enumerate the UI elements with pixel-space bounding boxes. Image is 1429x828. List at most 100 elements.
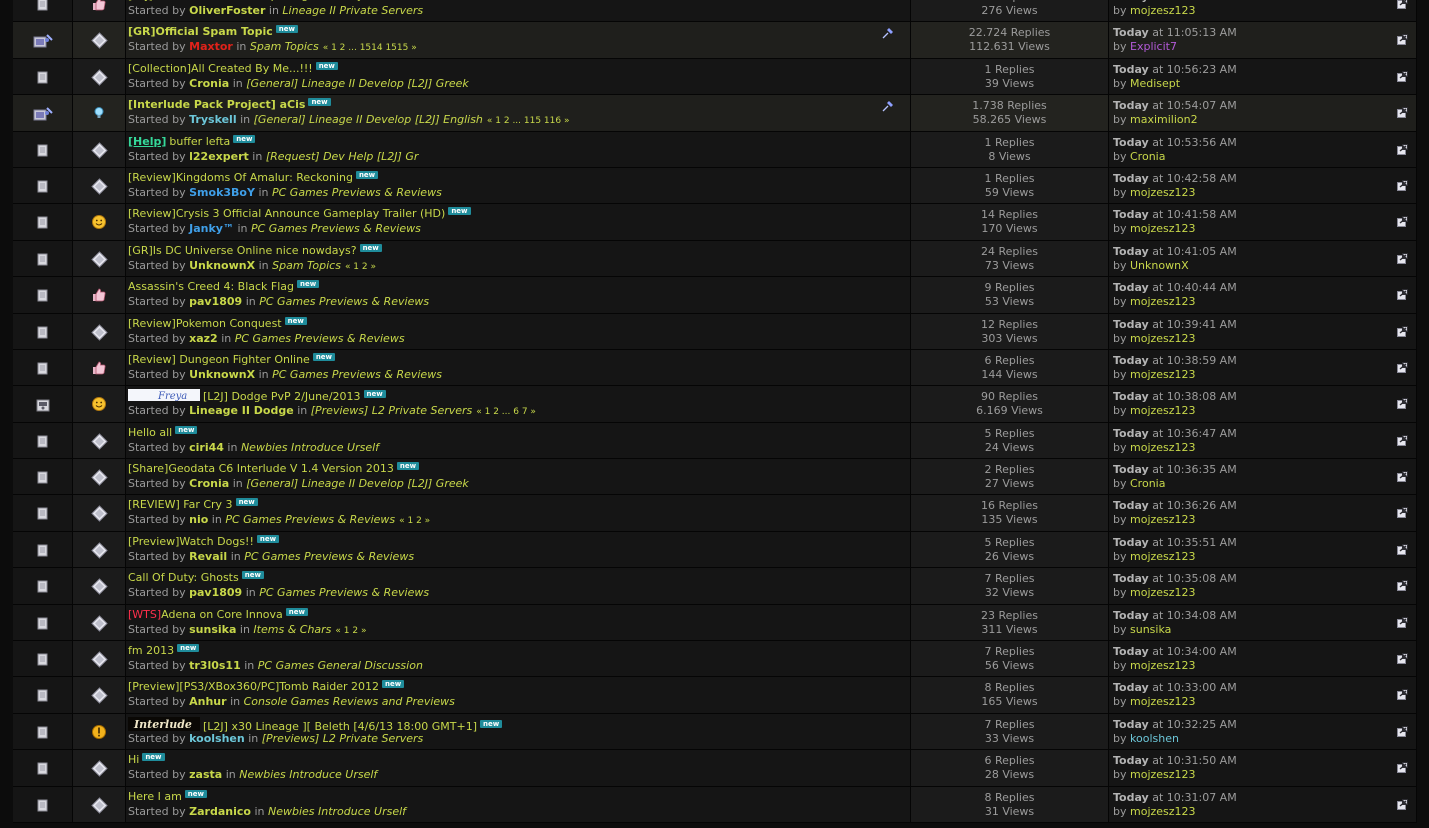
- topic-author-link[interactable]: OliverFoster: [189, 4, 265, 17]
- topic-pagination[interactable]: « 1 2 »: [345, 262, 376, 272]
- new-badge[interactable]: new: [480, 719, 503, 728]
- topic-forum-link[interactable]: [General] Lineage II Develop [L2J] Engli…: [254, 113, 483, 126]
- topic-author-link[interactable]: zasta: [189, 768, 222, 781]
- last-post-user-link[interactable]: Medisept: [1130, 77, 1180, 90]
- new-badge[interactable]: new: [142, 753, 165, 762]
- new-badge[interactable]: new: [233, 134, 256, 143]
- goto-last-post-icon[interactable]: [1397, 107, 1408, 119]
- topic-forum-link[interactable]: Spam Topics: [250, 40, 319, 53]
- goto-last-post-icon[interactable]: [1397, 325, 1408, 337]
- goto-last-post-icon[interactable]: [1397, 216, 1408, 228]
- topic-title-link[interactable]: [GR]Is DC Universe Online nice nowdays?: [128, 244, 357, 257]
- topic-pagination[interactable]: « 1 2 ... 1514 1515 »: [323, 43, 417, 53]
- topic-author-link[interactable]: Maxtor: [189, 40, 233, 53]
- topic-title-link[interactable]: [Review]Pokemon Conquest: [128, 317, 282, 330]
- last-post-user-link[interactable]: mojzesz123: [1130, 550, 1196, 563]
- new-badge[interactable]: new: [363, 390, 386, 399]
- topic-title-link[interactable]: [REVIEW] Far Cry 3: [128, 498, 233, 511]
- last-post-user-link[interactable]: mojzesz123: [1130, 805, 1196, 818]
- topic-forum-link[interactable]: [General] Lineage II Develop [L2J] Greek: [246, 77, 469, 90]
- topic-title-link[interactable]: [L2J] Dodge PvP 2/June/2013: [203, 390, 361, 403]
- topic-title-link[interactable]: [Collection]All Created By Me...!!!: [128, 62, 313, 75]
- topic-forum-link[interactable]: Lineage II Private Servers: [282, 4, 423, 17]
- goto-last-post-icon[interactable]: [1397, 616, 1408, 628]
- goto-last-post-icon[interactable]: [1397, 580, 1408, 592]
- goto-last-post-icon[interactable]: [1397, 361, 1408, 373]
- topic-forum-link[interactable]: Console Games Reviews and Previews: [244, 695, 455, 708]
- last-post-user-link[interactable]: mojzesz123: [1130, 441, 1196, 454]
- topic-pagination[interactable]: « 1 2 »: [335, 626, 366, 636]
- goto-last-post-icon[interactable]: [1397, 398, 1408, 410]
- topic-author-link[interactable]: Tryskell: [189, 113, 236, 126]
- topic-author-link[interactable]: xaz2: [189, 332, 218, 345]
- topic-title-link[interactable]: [Interlude Pack Project] aCis: [128, 98, 305, 111]
- last-post-user-link[interactable]: sunsika: [1130, 623, 1171, 636]
- topic-author-link[interactable]: pav1809: [189, 586, 242, 599]
- new-badge[interactable]: new: [284, 316, 307, 325]
- goto-last-post-icon[interactable]: [1397, 507, 1408, 519]
- last-post-user-link[interactable]: Cronia: [1130, 150, 1165, 163]
- topic-title-link[interactable]: Hello all: [128, 426, 172, 439]
- goto-last-post-icon[interactable]: [1397, 762, 1408, 774]
- new-badge[interactable]: new: [285, 607, 308, 616]
- topic-author-link[interactable]: Anhur: [189, 695, 226, 708]
- new-badge[interactable]: new: [315, 61, 338, 70]
- topic-author-link[interactable]: Zardanico: [189, 805, 251, 818]
- topic-author-link[interactable]: Lineage II Dodge: [189, 404, 294, 417]
- last-post-user-link[interactable]: mojzesz123: [1130, 695, 1196, 708]
- topic-author-link[interactable]: pav1809: [189, 295, 242, 308]
- topic-title-link[interactable]: Here I am: [128, 790, 182, 803]
- goto-last-post-icon[interactable]: [1397, 252, 1408, 264]
- new-badge[interactable]: new: [382, 680, 405, 689]
- new-badge[interactable]: new: [396, 462, 420, 471]
- new-badge[interactable]: new: [175, 425, 198, 434]
- goto-last-post-icon[interactable]: [1397, 179, 1408, 191]
- topic-forum-link[interactable]: PC Games Previews & Reviews: [235, 332, 405, 345]
- topic-forum-link[interactable]: PC Games Previews & Reviews: [225, 513, 395, 526]
- new-badge[interactable]: new: [355, 170, 379, 179]
- topic-forum-link[interactable]: PC Games Previews & Reviews: [272, 368, 442, 381]
- topic-forum-link[interactable]: Newbies Introduce Urself: [239, 768, 377, 781]
- topic-forum-link[interactable]: PC Games Previews & Reviews: [272, 186, 442, 199]
- last-post-user-link[interactable]: mojzesz123: [1130, 513, 1196, 526]
- new-badge[interactable]: new: [241, 571, 264, 580]
- new-badge[interactable]: new: [359, 243, 382, 252]
- goto-last-post-icon[interactable]: [1397, 143, 1408, 155]
- last-post-user-link[interactable]: Explicit7: [1130, 40, 1177, 53]
- topic-title-link[interactable]: [GR]Official Spam Topic: [128, 25, 273, 38]
- topic-pagination[interactable]: « 1 2 ... 6 7 »: [476, 407, 536, 417]
- topic-forum-link[interactable]: PC Games Previews & Reviews: [251, 222, 421, 235]
- topic-title-link[interactable]: [Share]Geodata C6 Interlude V 1.4 Versio…: [128, 462, 394, 475]
- topic-author-link[interactable]: Revail: [189, 550, 227, 563]
- topic-author-link[interactable]: UnknownX: [189, 259, 255, 272]
- topic-author-link[interactable]: UnknownX: [189, 368, 255, 381]
- topic-title-link[interactable]: Hi: [128, 753, 139, 766]
- last-post-user-link[interactable]: mojzesz123: [1130, 4, 1196, 17]
- topic-pagination[interactable]: « 1 2 »: [399, 516, 430, 526]
- topic-forum-link[interactable]: [Previews] L2 Private Servers: [262, 732, 424, 745]
- topic-forum-link[interactable]: PC Games General Discussion: [258, 659, 423, 672]
- topic-title-link[interactable]: [Review]Kingdoms Of Amalur: Reckoning: [128, 171, 353, 184]
- topic-title-link[interactable]: Adena on Core Innova: [161, 608, 283, 621]
- last-post-user-link[interactable]: mojzesz123: [1130, 768, 1196, 781]
- last-post-user-link[interactable]: mojzesz123: [1130, 368, 1196, 381]
- last-post-user-link[interactable]: mojzesz123: [1130, 659, 1196, 672]
- topic-forum-link[interactable]: PC Games Previews & Reviews: [259, 586, 429, 599]
- goto-last-post-icon[interactable]: [1397, 434, 1408, 446]
- new-badge[interactable]: new: [184, 789, 207, 798]
- topic-forum-link[interactable]: Spam Topics: [272, 259, 341, 272]
- topic-title-link[interactable]: [Preview]Watch Dogs!!: [128, 535, 254, 548]
- topic-forum-link[interactable]: [Previews] L2 Private Servers: [311, 404, 473, 417]
- last-post-user-link[interactable]: mojzesz123: [1130, 186, 1196, 199]
- topic-title-link[interactable]: [L2J] L2Wix x50 - Grand Opening 24th May: [128, 0, 363, 2]
- new-badge[interactable]: new: [448, 207, 471, 216]
- goto-last-post-icon[interactable]: [1397, 70, 1408, 82]
- topic-prefix[interactable]: [Help]: [128, 135, 166, 148]
- last-post-user-link[interactable]: mojzesz123: [1130, 222, 1196, 235]
- topic-author-link[interactable]: tr3l0s11: [189, 659, 241, 672]
- goto-last-post-icon[interactable]: [1397, 725, 1408, 737]
- last-post-user-link[interactable]: Cronia: [1130, 477, 1165, 490]
- last-post-user-link[interactable]: maximilion2: [1130, 113, 1198, 126]
- topic-pagination[interactable]: « 1 2 ... 115 116 »: [487, 116, 570, 126]
- last-post-user-link[interactable]: koolshen: [1130, 732, 1179, 745]
